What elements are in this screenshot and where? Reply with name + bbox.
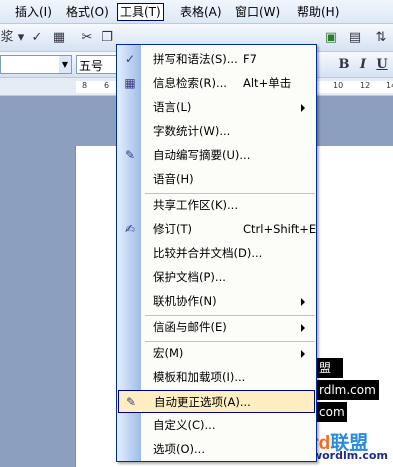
menu-format[interactable]: 格式(O) [64, 3, 111, 21]
page-edge [75, 146, 76, 467]
submenu-arrow-icon [301, 298, 305, 306]
menu-item-label: 语言(L) [153, 100, 192, 114]
menu-insert[interactable]: 插入(I) [13, 3, 54, 21]
bold-button[interactable]: B [336, 55, 352, 75]
menu-item-options[interactable]: 选项(O)... [118, 438, 315, 461]
menu-item-track-changes[interactable]: ✍ 修订(T) Ctrl+Shift+E [118, 218, 317, 241]
menu-item-label: 宏(M) [153, 346, 184, 360]
cut-icon[interactable]: ✂ [78, 28, 96, 48]
doc-fragment: com [317, 402, 347, 422]
underline-button[interactable]: U [374, 55, 390, 75]
spelling-icon: ✓ [124, 52, 136, 66]
font-name-combo[interactable]: ▼ [0, 55, 72, 74]
menu-item-shortcut: F7 [243, 52, 257, 66]
menu-item-label: 拼写和语法(S)... [153, 52, 238, 66]
menu-bar: 插入(I) 格式(O) 工具(T) 表格(A) 窗口(W) 帮助(H) [0, 0, 393, 24]
menu-item-shortcut: Alt+单击 [243, 76, 292, 90]
copy-icon[interactable]: ❐ [98, 28, 116, 48]
font-size-combo[interactable]: 五号 [76, 55, 120, 74]
menu-item-word-count[interactable]: 字数统计(W)... [118, 120, 315, 143]
menu-item-label: 模板和加载项(I)... [153, 370, 246, 384]
submenu-arrow-icon [301, 324, 305, 332]
menu-item-label: 比较并合并文档(D)... [153, 246, 263, 260]
menu-item-macro[interactable]: 宏(M) [118, 342, 315, 365]
menu-item-research[interactable]: ▦ 信息检索(R)... Alt+单击 [118, 72, 315, 95]
research-icon[interactable]: ▦ [50, 28, 68, 48]
menu-item-label: 信息检索(R)... [153, 76, 227, 90]
submenu-arrow-icon [301, 104, 305, 112]
excel-icon[interactable]: ▣ [322, 28, 340, 48]
menu-help[interactable]: 帮助(H) [295, 3, 341, 21]
menu-item-label: 选项(O)... [153, 442, 205, 456]
ruler-number: 14 [386, 81, 393, 90]
menu-item-customize[interactable]: 自定义(C)... [118, 414, 315, 437]
ruler-number: 12 [360, 81, 371, 90]
menu-item-label: 信函与邮件(E) [153, 320, 227, 334]
track-changes-icon: ✍ [124, 222, 136, 236]
menu-item-label: 语音(H) [153, 172, 194, 186]
menu-item-compare-merge[interactable]: 比较并合并文档(D)... [118, 242, 315, 265]
dropdown-arrow-icon[interactable]: ▾ [16, 28, 26, 48]
doc-fragment: rdlm.com [317, 380, 379, 400]
doc-fragment: 盟 [317, 358, 343, 378]
ruler-number: 6 [104, 81, 110, 90]
menu-item-label: 字数统计(W)... [153, 124, 231, 138]
menu-table[interactable]: 表格(A) [178, 3, 224, 21]
menu-item-online-collaboration[interactable]: 联机协作(N) [118, 290, 315, 313]
tools-menu: ✓ 拼写和语法(S)... F7 ▦ 信息检索(R)... Alt+单击 语言(… [116, 44, 317, 462]
spelling-icon[interactable]: ✓ [28, 28, 46, 48]
menu-item-label: 保护文档(P)... [153, 270, 226, 284]
submenu-arrow-icon [301, 350, 305, 358]
menu-item-shortcut: Ctrl+Shift+E [243, 222, 317, 236]
menu-tools[interactable]: 工具(T) [117, 3, 164, 21]
menu-item-letters-mailings[interactable]: 信函与邮件(E) [118, 316, 315, 339]
menu-window[interactable]: 窗口(W) [233, 3, 282, 21]
menu-item-shared-workspace[interactable]: 共享工作区(K)... [118, 194, 315, 217]
menu-item-label: 自动编写摘要(U)... [153, 148, 251, 162]
menu-item-label: 自动更正选项(A)... [154, 395, 251, 409]
menu-item-label: 共享工作区(K)... [153, 198, 238, 212]
autocorrect-icon: ✎ [125, 395, 137, 409]
menu-item-label: 联机协作(N) [153, 294, 217, 308]
autosummarize-icon: ✎ [124, 148, 136, 162]
menu-item-spelling[interactable]: ✓ 拼写和语法(S)... F7 [118, 48, 315, 71]
italic-button[interactable]: I [355, 55, 371, 75]
menu-item-autocorrect-options[interactable]: ✎ 自动更正选项(A)... [118, 390, 315, 413]
menu-item-protect-document[interactable]: 保护文档(P)... [118, 266, 315, 289]
menu-item-label: 自定义(C)... [153, 418, 216, 432]
ruler-number: 8 [82, 81, 88, 90]
research-icon: ▦ [124, 76, 136, 90]
menu-item-speech[interactable]: 语音(H) [118, 168, 315, 191]
menu-item-templates-addins[interactable]: 模板和加载项(I)... [118, 366, 315, 389]
menu-item-autosummarize[interactable]: ✎ 自动编写摘要(U)... [118, 144, 315, 167]
chevron-down-icon[interactable]: ▼ [59, 56, 71, 73]
font-size-value: 五号 [79, 59, 104, 73]
text-direction-icon[interactable]: ⇅ [372, 28, 390, 48]
menu-item-language[interactable]: 语言(L) [118, 96, 315, 119]
menu-item-label: 修订(T) [153, 222, 192, 236]
ruler-number: 10 [333, 81, 344, 90]
style-partial-text: 浆 [0, 30, 14, 45]
columns-icon[interactable]: ▤ [346, 28, 364, 48]
